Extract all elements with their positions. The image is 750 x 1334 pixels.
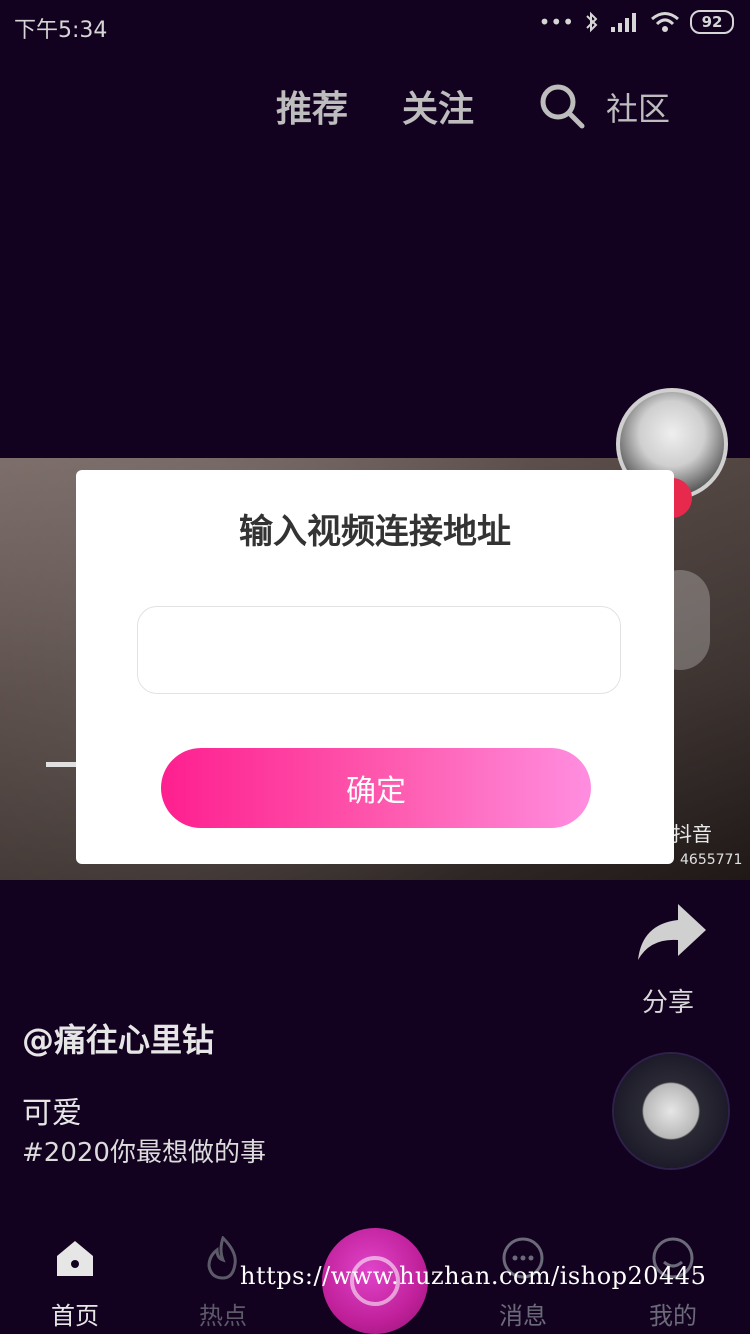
confirm-button[interactable]: 确定 bbox=[161, 748, 591, 828]
app-screen: 下午5:34 ••• 92 推荐 关注 社区 抖音 4655771 分享 @痛往… bbox=[0, 0, 750, 1334]
modal-overlay: 输入视频连接地址 确定 bbox=[0, 0, 750, 1334]
video-url-input[interactable] bbox=[137, 606, 621, 694]
video-url-dialog: 输入视频连接地址 确定 bbox=[76, 470, 674, 864]
dialog-title: 输入视频连接地址 bbox=[239, 512, 511, 552]
